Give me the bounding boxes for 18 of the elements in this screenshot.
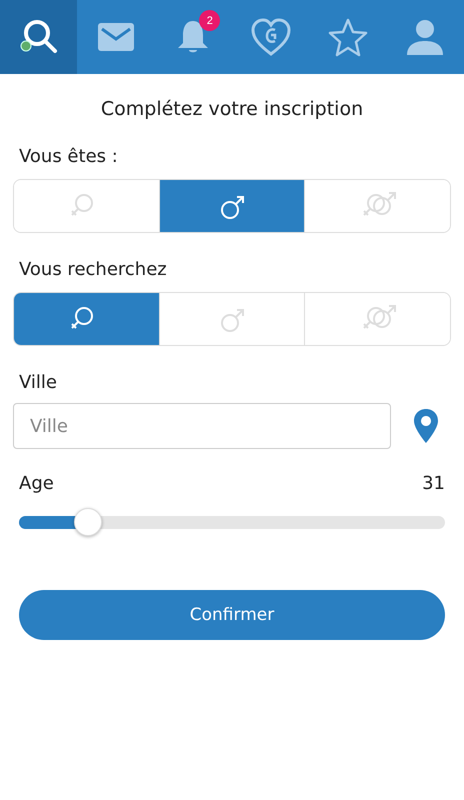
age-value: 31 <box>422 473 445 494</box>
field-label: Vous recherchez <box>19 259 168 280</box>
gender-option[interactable] <box>14 293 159 345</box>
confirm-button[interactable]: Confirmer <box>19 590 445 640</box>
gender-option[interactable] <box>158 180 304 232</box>
gender-option[interactable] <box>304 180 450 232</box>
page-title: Complétez votre inscription <box>100 98 364 120</box>
slider-thumb[interactable] <box>74 508 102 536</box>
city-input-field[interactable]: Ville <box>13 403 391 449</box>
nav-tab[interactable]: 2 <box>154 0 232 74</box>
field-label: Ville <box>19 372 58 393</box>
nav-tab[interactable] <box>0 0 78 74</box>
field-label: Age <box>19 473 54 494</box>
location-pin-icon[interactable] <box>413 408 439 444</box>
age-slider[interactable] <box>19 508 445 536</box>
notification-badge: 2 <box>199 10 220 31</box>
field-label: Vous êtes : <box>19 146 119 167</box>
gender-option[interactable] <box>304 293 450 345</box>
